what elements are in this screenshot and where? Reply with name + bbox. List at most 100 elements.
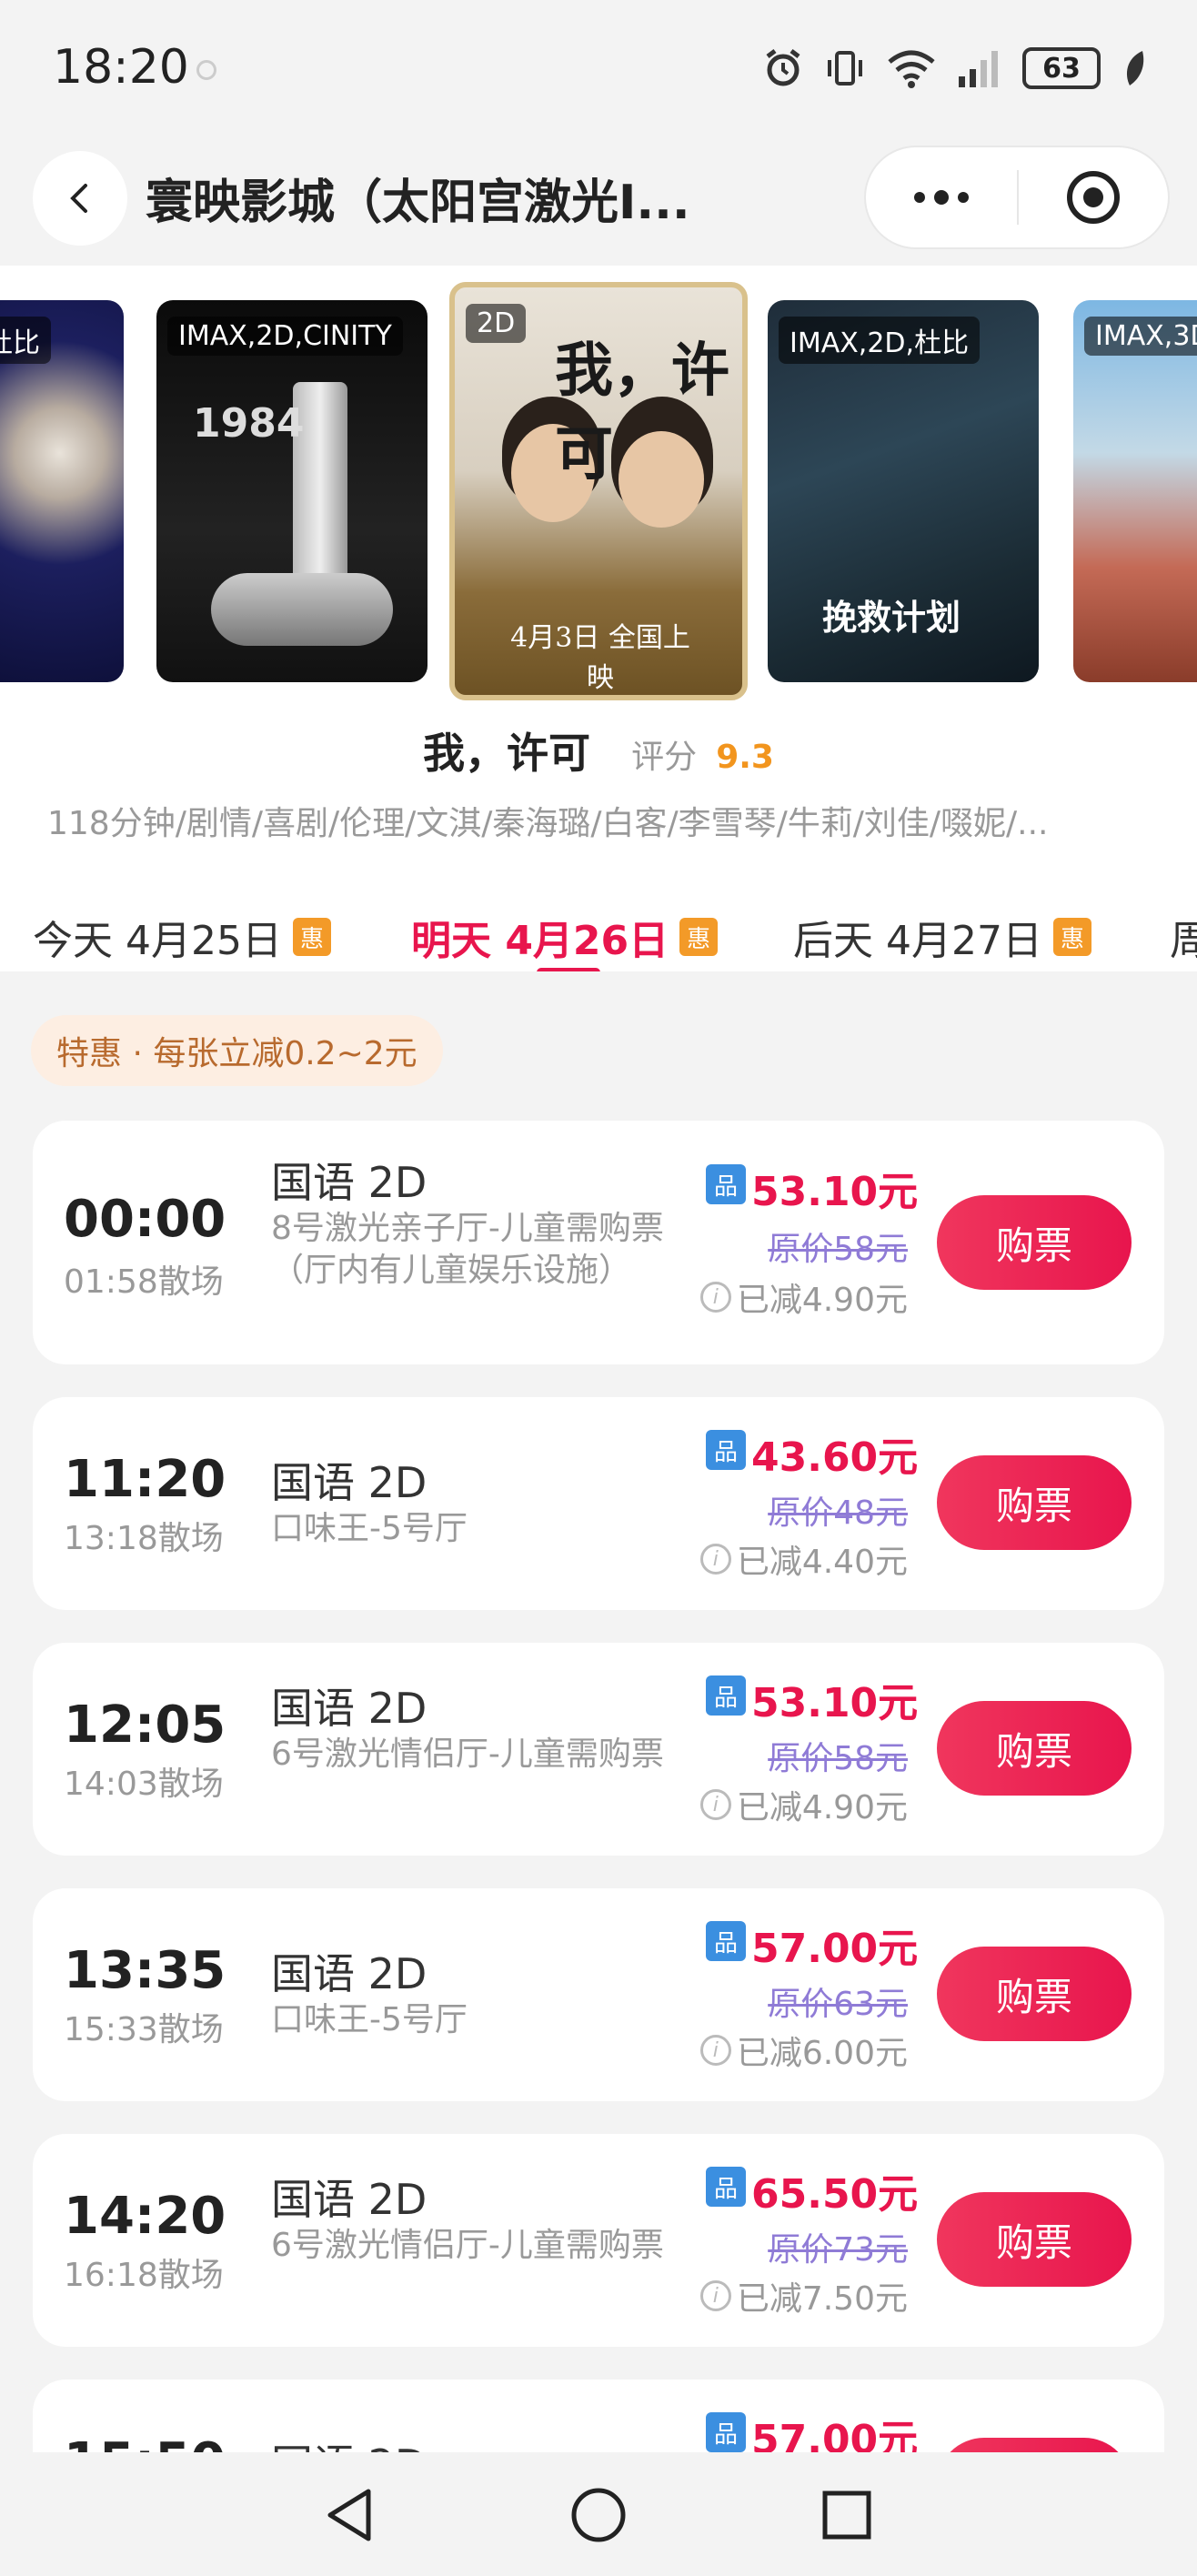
date-tab-label: 周 bbox=[1170, 918, 1197, 964]
info-icon[interactable]: i bbox=[699, 1544, 731, 1575]
start-time: 00:00 bbox=[64, 1190, 226, 1249]
end-time: 16:18散场 bbox=[64, 2257, 224, 2294]
original-price: 原价63元 bbox=[768, 1986, 908, 2023]
discount-price: 53.10元 bbox=[751, 1680, 919, 1726]
date-tab-label: 明天 4月26日 bbox=[411, 918, 669, 964]
date-tabs: 今天 4月25日 惠 明天 4月26日 惠 后天 4月27日 惠 周 bbox=[0, 844, 1197, 971]
discount-price: 65.50元 bbox=[751, 2171, 919, 2218]
close-mini-program-button[interactable] bbox=[1019, 147, 1168, 247]
pin-badge: 品 bbox=[706, 2412, 746, 2452]
pin-badge: 品 bbox=[706, 1164, 746, 1204]
hall-name: 6号激光情侣厅-儿童需购票 bbox=[271, 2227, 664, 2264]
movie-poster-selected[interactable]: 我，许可 4月3日 全国上映 2D bbox=[449, 282, 748, 700]
saved-amount: i 已减4.40元 bbox=[699, 1535, 908, 1583]
system-nav-bar bbox=[0, 2452, 1197, 2576]
more-button[interactable] bbox=[866, 147, 1017, 247]
active-tab-indicator bbox=[537, 968, 600, 971]
nav-recents-button[interactable] bbox=[815, 2483, 879, 2547]
movie-poster[interactable]: 1984 IMAX,2D,CINITY bbox=[156, 300, 428, 682]
discount-badge: 惠 bbox=[292, 918, 331, 956]
original-price: 原价58元 bbox=[768, 1231, 908, 1268]
info-icon[interactable]: i bbox=[699, 1789, 731, 1820]
poster-format-tag: IMAX,2D,CINITY bbox=[167, 317, 403, 356]
status-time: 18:20 bbox=[53, 40, 189, 95]
chevron-left-icon bbox=[70, 184, 87, 213]
discount-price: 43.60元 bbox=[751, 1434, 919, 1481]
end-time: 13:18散场 bbox=[64, 1520, 224, 1557]
saved-amount-label: 已减7.50元 bbox=[736, 2280, 908, 2318]
tab-today[interactable]: 今天 4月25日 惠 bbox=[33, 908, 331, 966]
tab-weekday[interactable]: 周 bbox=[1170, 908, 1197, 966]
showtime-card[interactable]: 11:20 13:18散场 国语 2D 口味王-5号厅 品 43.60元 原价4… bbox=[33, 1397, 1164, 1610]
info-icon[interactable]: i bbox=[699, 2280, 731, 2311]
more-dot bbox=[914, 192, 925, 203]
back-button[interactable] bbox=[33, 151, 127, 246]
target-icon bbox=[1066, 171, 1120, 224]
discount-price: 53.10元 bbox=[751, 1169, 919, 1215]
movie-poster[interactable]: 挽救计划 IMAX,2D,杜比 bbox=[768, 300, 1039, 682]
start-time: 13:35 bbox=[64, 1941, 226, 2000]
square-recents-icon bbox=[822, 2490, 871, 2540]
language-format: 国语 2D bbox=[271, 1949, 428, 1998]
leaf-icon bbox=[1126, 51, 1144, 86]
showtime-card[interactable]: 12:05 14:03散场 国语 2D 6号激光情侣厅-儿童需购票 品 53.1… bbox=[33, 1643, 1164, 1856]
original-price: 原价58元 bbox=[768, 1740, 908, 1777]
language-format: 国语 2D bbox=[271, 1684, 428, 1733]
info-icon[interactable]: i bbox=[699, 1282, 731, 1313]
vibrate-icon bbox=[828, 51, 862, 86]
saved-amount: i 已减7.50元 bbox=[699, 2272, 908, 2319]
status-icons: 63 bbox=[762, 47, 1148, 89]
saved-amount-label: 已减4.90元 bbox=[736, 1789, 908, 1826]
poster-format-tag: IMAX,3D bbox=[1084, 317, 1197, 356]
info-icon[interactable]: i bbox=[699, 2035, 731, 2066]
end-time: 14:03散场 bbox=[64, 1766, 224, 1803]
saved-amount-label: 已减6.00元 bbox=[736, 2035, 908, 2072]
buy-ticket-button[interactable]: 购票 bbox=[937, 2192, 1132, 2287]
poster-title: 挽救计划 bbox=[822, 598, 961, 638]
pin-badge: 品 bbox=[706, 1430, 746, 1470]
saved-amount-label: 已减4.40元 bbox=[736, 1544, 908, 1581]
hall-name: 口味王-5号厅 bbox=[271, 2001, 468, 2038]
tab-day-after[interactable]: 后天 4月27日 惠 bbox=[793, 908, 1091, 966]
saved-amount-label: 已减4.90元 bbox=[736, 1282, 908, 1319]
nav-back-button[interactable] bbox=[318, 2483, 382, 2547]
buy-ticket-button[interactable]: 购票 bbox=[937, 1455, 1132, 1550]
showtime-card[interactable]: 14:20 16:18散场 国语 2D 6号激光情侣厅-儿童需购票 品 65.5… bbox=[33, 2134, 1164, 2347]
language-format: 国语 2D bbox=[271, 1158, 428, 1207]
buy-ticket-button[interactable]: 购票 bbox=[937, 1701, 1132, 1796]
circle-home-icon bbox=[571, 2488, 626, 2542]
sync-indicator-icon bbox=[196, 60, 216, 80]
date-tab-label: 今天 4月25日 bbox=[33, 918, 282, 964]
page-title: 寰映影城（太阳宫激光I... bbox=[146, 176, 690, 230]
battery-icon: 63 bbox=[1022, 47, 1101, 89]
hall-name: 6号激光情侣厅-儿童需购票 bbox=[271, 1736, 664, 1773]
pin-badge: 品 bbox=[706, 1921, 746, 1961]
poster-title: 1984 bbox=[193, 400, 305, 447]
movie-title-row: 我，许可 评分 9.3 bbox=[0, 720, 1197, 780]
tab-tomorrow[interactable]: 明天 4月26日 惠 bbox=[411, 908, 719, 966]
discount-price: 57.00元 bbox=[751, 1926, 919, 1972]
buy-ticket-button[interactable]: 购票 bbox=[937, 1947, 1132, 2041]
poster-format-tag: 杜比 bbox=[0, 317, 51, 364]
movie-poster[interactable]: 杜比 bbox=[0, 300, 124, 682]
end-time: 15:33散场 bbox=[64, 2011, 224, 2048]
showtime-card[interactable]: 13:35 15:33散场 国语 2D 口味王-5号厅 品 57.00元 原价6… bbox=[33, 1888, 1164, 2101]
more-dot bbox=[934, 190, 949, 205]
discount-badge: 惠 bbox=[679, 918, 719, 956]
header: 寰映影城（太阳宫激光I... bbox=[0, 136, 1197, 266]
nav-home-button[interactable] bbox=[567, 2483, 630, 2547]
score-value: 9.3 bbox=[716, 739, 774, 776]
discount-badge: 惠 bbox=[1052, 918, 1091, 956]
original-price: 原价73元 bbox=[768, 2231, 908, 2269]
promo-badge: 特惠 · 每张立减0.2~2元 bbox=[31, 1015, 443, 1086]
more-dot bbox=[958, 192, 969, 203]
poster-art bbox=[211, 573, 393, 646]
movie-name: 我，许可 bbox=[423, 729, 590, 778]
poster-title: 我，许可 bbox=[555, 337, 729, 488]
start-time: 12:05 bbox=[64, 1696, 226, 1755]
showtime-card[interactable]: 00:00 01:58散场 国语 2D 8号激光亲子厅-儿童需购票（厅内有儿童娱… bbox=[33, 1121, 1164, 1364]
pin-badge: 品 bbox=[706, 1675, 746, 1716]
movie-poster[interactable]: IMAX,3D bbox=[1073, 300, 1197, 682]
buy-ticket-button[interactable]: 购票 bbox=[937, 1195, 1132, 1290]
pin-badge: 品 bbox=[706, 2167, 746, 2207]
